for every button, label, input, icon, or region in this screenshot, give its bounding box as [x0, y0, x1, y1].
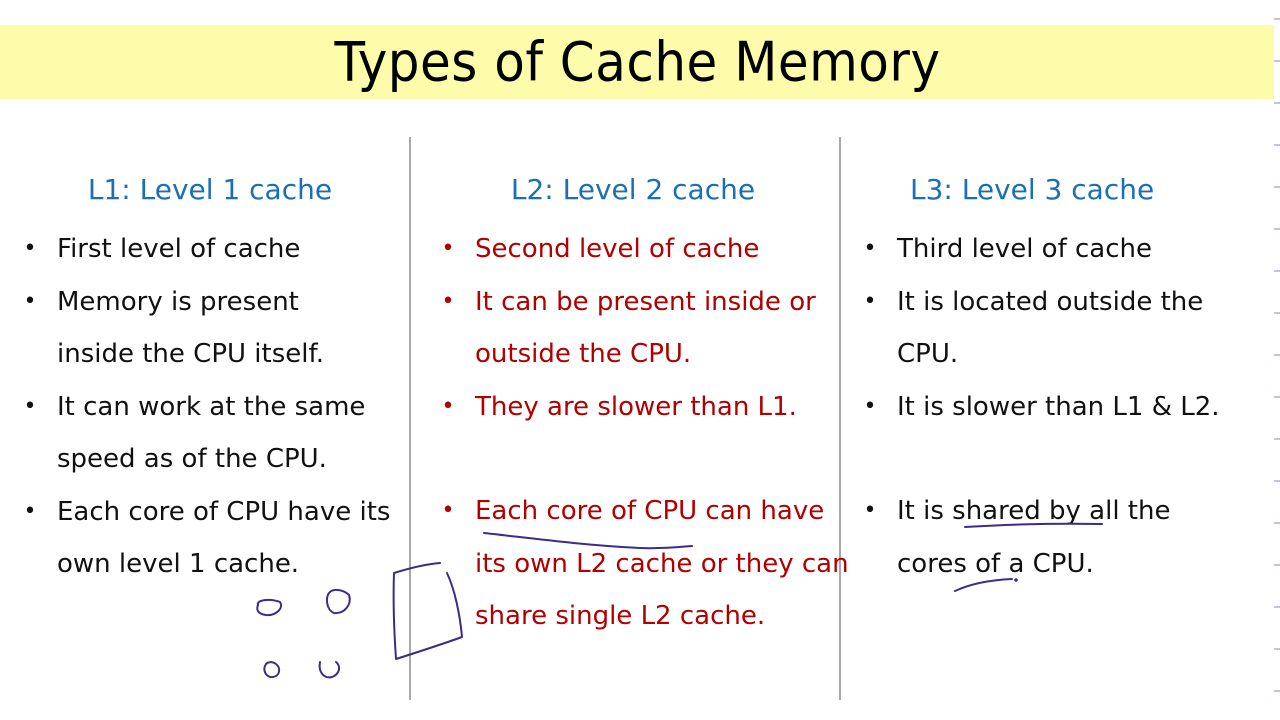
- bullet-list: • Third level of cache • It is located out…: [860, 223, 1260, 590]
- column-l2: L2: Level 2 cache • Second level of cache…: [438, 165, 849, 643]
- pen-circle-mark: [325, 588, 351, 615]
- list-item: • Second level of cache: [438, 223, 828, 276]
- list-item: • They are slower than L1.: [438, 381, 828, 434]
- pen-circle-mark: [263, 661, 281, 679]
- bullet-list: • Second level of cache • It can be presen…: [438, 223, 849, 643]
- title-banner: Types of Cache Memory: [0, 25, 1275, 99]
- bullet-icon: •: [23, 393, 37, 419]
- bullet-icon: •: [23, 236, 37, 261]
- bullet-icon: •: [863, 236, 877, 261]
- list-item: • It is located outside the CPU.: [860, 276, 1267, 381]
- pen-circle-mark: [318, 661, 341, 679]
- list-item: • Each core of CPU have its own level 1 c…: [20, 486, 412, 591]
- bullet-icon: •: [441, 236, 455, 261]
- bullet-icon: •: [23, 498, 37, 524]
- column-heading: L3: Level 3 cache: [910, 173, 1155, 206]
- bullet-icon: •: [863, 498, 877, 523]
- column-l3: L3: Level 3 cache • Third level of cache …: [860, 165, 1260, 590]
- edge-thumbnail-strip: [1274, 0, 1280, 720]
- bullet-icon: •: [441, 498, 455, 523]
- bullet-icon: •: [23, 288, 37, 314]
- list-item: • It can be present inside or outside the…: [438, 276, 850, 381]
- column-heading: L2: Level 2 cache: [510, 173, 756, 206]
- bullet-icon: •: [863, 393, 877, 419]
- column-l1: L1: Level 1 cache • First level of cache …: [20, 165, 400, 591]
- list-item: • Each core of CPU can have its own L2 ca…: [438, 485, 860, 643]
- bullet-icon: •: [441, 288, 455, 314]
- column-heading: L1: Level 1 cache: [87, 173, 333, 206]
- bullet-icon: •: [441, 393, 455, 419]
- list-item: • It is slower than L1 & L2.: [860, 381, 1260, 434]
- bullet-icon: •: [863, 288, 877, 314]
- list-item: • Memory is present inside the CPU itself…: [20, 276, 357, 381]
- pen-circle-mark: [256, 598, 282, 617]
- slide-title: Types of Cache Memory: [334, 30, 941, 94]
- list-item: • It is shared by all the cores of a CPU.: [860, 485, 1242, 590]
- list-item: • It can work at the same speed as of the…: [20, 381, 432, 486]
- bullet-list: • First level of cache • Memory is present…: [20, 223, 400, 591]
- list-item: • First level of cache: [20, 223, 400, 276]
- list-item: • Third level of cache: [860, 223, 1260, 276]
